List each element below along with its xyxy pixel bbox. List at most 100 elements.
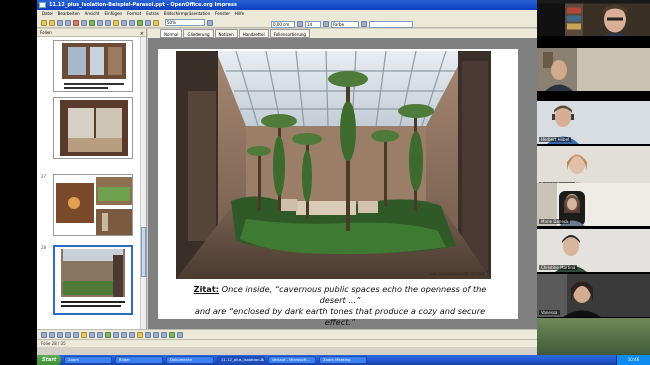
slide-thumb-image[interactable]	[53, 174, 133, 236]
pdf-icon[interactable]	[73, 19, 79, 26]
menu-format[interactable]: Format	[127, 10, 141, 18]
tab-handout[interactable]: Handzettel	[238, 29, 269, 38]
slides-panel: Folien × 27 28	[37, 29, 147, 329]
redo-icon[interactable]	[129, 19, 135, 26]
area-icon[interactable]	[323, 21, 329, 27]
print-icon[interactable]	[81, 19, 87, 26]
select-icon[interactable]	[41, 331, 47, 338]
participant-name: Vanessa	[539, 310, 560, 315]
slides-panel-title: Folien ×	[37, 29, 146, 37]
tab-outline[interactable]: Gliederung	[183, 29, 214, 38]
line-icon[interactable]	[49, 331, 55, 338]
ellipse-icon[interactable]	[73, 331, 79, 338]
participant-tile[interactable]: Vanessa	[537, 274, 650, 317]
tab-notes[interactable]: Notizen	[214, 29, 238, 38]
cut-icon[interactable]	[97, 19, 103, 26]
copy-icon[interactable]	[105, 19, 111, 26]
extrusion-icon[interactable]	[177, 331, 183, 338]
help-icon[interactable]	[207, 19, 213, 26]
table-icon[interactable]	[145, 19, 151, 26]
menu-edit[interactable]: Bearbeiten	[58, 10, 80, 18]
rectangle-icon[interactable]	[65, 331, 71, 338]
tab-slide-sorter[interactable]: Foliensortierung	[269, 29, 310, 38]
view-tabs: Normal Gliederung Notizen Handzettel Fol…	[148, 29, 537, 38]
symbol-shapes-icon[interactable]	[113, 331, 119, 338]
openoffice-window: 11.12_plus_Isolation-Beispiel-Parasol.pp…	[37, 0, 537, 365]
undo-icon[interactable]	[121, 19, 127, 26]
participant-name: Marie Daneck	[539, 219, 571, 224]
participant-name: Herbert Höbel	[539, 137, 572, 142]
callouts-icon[interactable]	[137, 331, 143, 338]
slide-thumb-image[interactable]	[53, 40, 133, 92]
shadow-icon[interactable]	[361, 21, 367, 27]
color-combo[interactable]: Farbe	[331, 20, 359, 28]
participant-tile[interactable]	[537, 48, 650, 91]
email-icon[interactable]	[65, 19, 71, 26]
stars-icon[interactable]	[145, 331, 151, 338]
text-icon[interactable]	[81, 331, 87, 338]
status-bar: Folie 28 / 35	[37, 339, 537, 347]
menu-bar: Datei Bearbeiten Ansicht Einfügen Format…	[37, 10, 537, 18]
caption-line-1: Zitat: Once inside, “cavernous public sp…	[180, 284, 500, 306]
zoom-combo[interactable]: 50%	[165, 19, 205, 26]
caption-label: Zitat:	[193, 284, 220, 294]
shapes-icon[interactable]	[105, 331, 111, 338]
menu-help[interactable]: Hilfe	[235, 10, 244, 18]
spellcheck-icon[interactable]	[89, 19, 95, 26]
format-toolbar: 0,00 cm 14 Farbe	[267, 19, 537, 29]
caption-line-2: and are “enclosed by dark earth tones th…	[194, 306, 486, 327]
taskbar-item[interactable]: Zoom Meeting	[319, 356, 367, 364]
paste-icon[interactable]	[113, 19, 119, 26]
block-arrows-icon[interactable]	[121, 331, 127, 338]
taskbar-item[interactable]: Verlauf - Microsoft...	[268, 356, 316, 364]
drawing-toolbar	[37, 329, 537, 339]
points-icon[interactable]	[153, 331, 159, 338]
tab-normal[interactable]: Normal	[160, 29, 183, 38]
slide-thumb-image[interactable]	[53, 245, 133, 315]
fill-combo[interactable]	[369, 20, 413, 28]
taskbar-item[interactable]: Bilder	[115, 356, 163, 364]
curve-icon[interactable]	[89, 331, 95, 338]
slides-panel-label: Folien	[40, 30, 52, 35]
participant-tile[interactable]: Herbert Höbel	[537, 101, 650, 144]
status-text: Folie 28 / 35	[41, 341, 66, 346]
window-titlebar[interactable]: 11.12_plus_Isolation-Beispiel-Parasol.pp…	[37, 0, 537, 10]
position-combo[interactable]: 0,00 cm	[271, 20, 295, 28]
slide-thumb-image[interactable]	[53, 97, 133, 159]
participant-tile[interactable]: Marie Daneck	[537, 183, 650, 226]
slide-number: 27	[41, 174, 47, 179]
menu-slideshow[interactable]: Bildschirmpräsentation	[164, 10, 210, 18]
menu-window[interactable]: Fenster	[215, 10, 230, 18]
menu-file[interactable]: Datei	[42, 10, 53, 18]
scrollbar-thumb[interactable]	[141, 227, 146, 277]
menu-view[interactable]: Ansicht	[85, 10, 100, 18]
taskbar-item-active[interactable]: 11.12_plus_Isolation-Beisp...	[217, 356, 265, 364]
flowchart-icon[interactable]	[129, 331, 135, 338]
save-icon[interactable]	[57, 19, 63, 26]
open-icon[interactable]	[49, 19, 55, 26]
participant-tile[interactable]	[537, 0, 650, 36]
font-size-combo[interactable]: 14	[305, 20, 321, 28]
participant-tile[interactable]: Christine Martina	[537, 229, 650, 272]
image-icon[interactable]	[169, 331, 175, 338]
caption-text-1: Once inside, “cavernous public spaces ec…	[221, 284, 487, 305]
document-area: Normal Gliederung Notizen Handzettel Fol…	[148, 29, 537, 329]
fontwork-icon[interactable]	[161, 331, 167, 338]
slides-scrollbar[interactable]	[140, 37, 146, 329]
taskbar-item[interactable]: Dokumente	[166, 356, 214, 364]
connector-icon[interactable]	[97, 331, 103, 338]
chart-icon[interactable]	[137, 19, 143, 26]
windows-taskbar: Start Zoom Bilder Dokumente 11.12_plus_I…	[37, 355, 650, 365]
photo-credit: http://archdaily.com/22.07.2020	[428, 272, 485, 276]
new-icon[interactable]	[41, 19, 47, 26]
taskbar-item[interactable]: Zoom	[64, 356, 112, 364]
slide-canvas[interactable]: http://archdaily.com/22.07.2020 Zitat: O…	[158, 49, 518, 327]
system-tray-clock[interactable]: 10:46	[616, 355, 650, 365]
line-style-icon[interactable]	[297, 21, 303, 27]
start-button[interactable]: Start	[37, 355, 61, 365]
menu-tools[interactable]: Extras	[146, 10, 159, 18]
atrium-photo: http://archdaily.com/22.07.2020	[176, 51, 491, 279]
navigator-icon[interactable]	[153, 19, 159, 26]
menu-insert[interactable]: Einfügen	[104, 10, 122, 18]
arrow-icon[interactable]	[57, 331, 63, 338]
